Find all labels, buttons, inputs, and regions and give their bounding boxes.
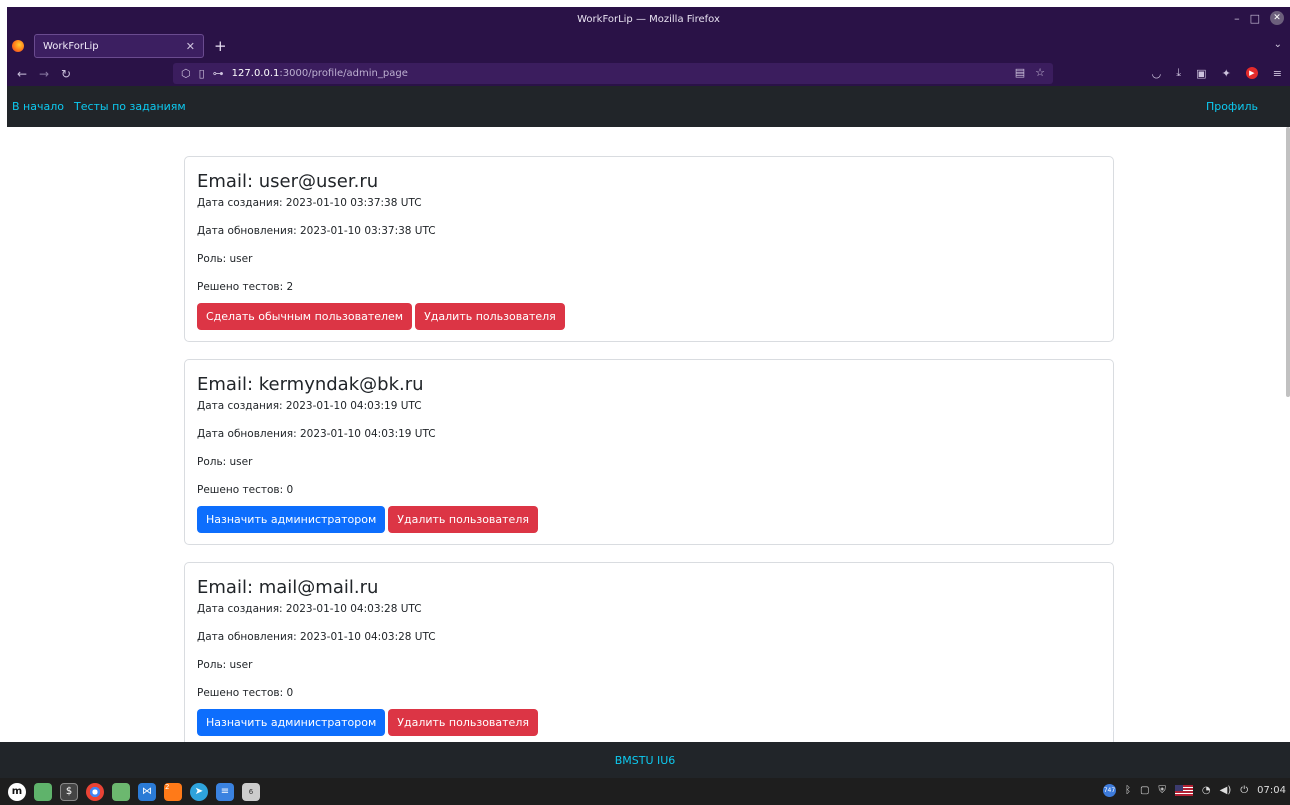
user-updated: Дата обновления: 2023-01-10 03:37:38 UTC <box>197 225 436 237</box>
workspace-badge: 2 <box>165 782 170 791</box>
page-scrollbar[interactable] <box>1286 127 1290 397</box>
chrome-icon[interactable] <box>86 782 104 801</box>
clock[interactable]: 07:04 <box>1257 785 1286 796</box>
minimize-icon[interactable]: – <box>1234 12 1240 25</box>
new-tab-icon[interactable]: + <box>214 37 227 55</box>
window-controls: – □ ✕ <box>1234 11 1284 25</box>
user-solved: Решено тестов: 2 <box>197 281 294 293</box>
keyboard-layout-us-flag-icon[interactable] <box>1174 785 1193 796</box>
close-icon[interactable]: ✕ <box>1270 11 1284 25</box>
toolbar-icons: ◡ ⤓ ▣ ✦ ▶ ≡ <box>1152 66 1282 80</box>
page-content: В начало Тесты по заданиям Профиль Email… <box>7 86 1290 742</box>
tab-title: WorkForLip <box>43 40 99 52</box>
clipboard-icon[interactable]: ▢ <box>1140 785 1149 796</box>
nav-profile-link[interactable]: Профиль <box>1206 100 1258 113</box>
site-navbar: В начало Тесты по заданиям Профиль <box>7 86 1290 127</box>
system-tray: 747 ᛒ ▢ ⛨ ◔ ◀) ⏻ 07:04 <box>1102 784 1286 797</box>
window-titlebar: WorkForLip — Mozilla Firefox – □ ✕ <box>7 7 1290 31</box>
key-icon[interactable]: ⊶ <box>213 67 224 80</box>
delete-user-button[interactable]: Удалить пользователя <box>415 303 565 330</box>
notes-icon[interactable]: ≡ <box>216 782 234 801</box>
power-icon[interactable]: ⏻ <box>1240 785 1248 796</box>
volume-icon[interactable]: ◀) <box>1220 785 1232 796</box>
screen-top-strip <box>0 0 1290 7</box>
screenshot-badge: 6 <box>248 787 254 796</box>
tab-workforlip[interactable]: WorkForLip ✕ <box>34 34 204 58</box>
user-email: Email: mail@mail.ru <box>197 577 379 598</box>
url-host: 127.0.0.1 <box>231 68 280 79</box>
make-admin-button[interactable]: Назначить администратором <box>197 506 386 533</box>
user-created: Дата создания: 2023-01-10 04:03:28 UTC <box>197 603 422 615</box>
nav-home-link[interactable]: В начало <box>12 100 64 113</box>
update-notification-icon[interactable]: 747 <box>1102 784 1116 797</box>
site-footer: BMSTU IU6 <box>0 742 1290 778</box>
user-created: Дата создания: 2023-01-10 03:37:38 UTC <box>197 197 422 209</box>
bookmark-star-icon[interactable]: ☆ <box>1035 66 1045 79</box>
delete-user-button[interactable]: Удалить пользователя <box>388 709 538 736</box>
screenshot-icon[interactable]: 6 <box>242 782 260 801</box>
downloads-icon[interactable]: ⤓ <box>1176 66 1181 80</box>
user-card: Email: kermyndak@bk.ru Дата создания: 20… <box>184 359 1114 545</box>
delete-user-button[interactable]: Удалить пользователя <box>388 506 538 533</box>
url-bar[interactable]: ⬡ ▯ ⊶ 127.0.0.1:3000/profile/admin_page … <box>173 63 1053 84</box>
navigation-toolbar: ← → ↻ ⬡ ▯ ⊶ 127.0.0.1:3000/profile/admin… <box>7 61 1290 86</box>
make-admin-button[interactable]: Назначить администратором <box>197 709 386 736</box>
extension-icon[interactable]: ✦ <box>1222 67 1231 80</box>
menu-hamburger-icon[interactable]: ≡ <box>1273 67 1282 80</box>
show-desktop-icon[interactable] <box>34 782 52 801</box>
user-role: Роль: user <box>197 659 253 671</box>
reader-view-icon[interactable]: ▤ <box>1015 66 1025 79</box>
reload-icon[interactable]: ↻ <box>55 67 77 81</box>
user-updated: Дата обновления: 2023-01-10 04:03:28 UTC <box>197 631 436 643</box>
user-role: Роль: user <box>197 253 253 265</box>
tab-strip: WorkForLip ✕ + ⌄ <box>7 31 1290 61</box>
bluetooth-icon[interactable]: ᛒ <box>1125 785 1131 796</box>
user-solved: Решено тестов: 0 <box>197 687 294 699</box>
user-email: Email: user@user.ru <box>197 171 379 192</box>
tray-badge: 747 <box>1103 787 1116 794</box>
firefox-window: WorkForLip — Mozilla Firefox – □ ✕ WorkF… <box>7 7 1290 742</box>
footer-text: BMSTU IU6 <box>614 753 676 767</box>
maximize-icon[interactable]: □ <box>1250 12 1260 25</box>
user-email: Email: kermyndak@bk.ru <box>197 374 424 395</box>
user-card-list: Email: user@user.ru Дата создания: 2023-… <box>184 156 1114 742</box>
url-path: :3000/profile/admin_page <box>279 68 408 79</box>
youtube-extension-icon[interactable]: ▶ <box>1245 67 1258 79</box>
sidebar-icon[interactable]: ▣ <box>1196 67 1206 80</box>
user-card: Email: mail@mail.ru Дата создания: 2023-… <box>184 562 1114 742</box>
taskbar: m $ ⋈ 2 ➤ ≡ 6 747 ᛒ ▢ ⛨ ◔ ◀) ⏻ 07:04 <box>0 778 1290 805</box>
telegram-icon[interactable]: ➤ <box>190 782 208 801</box>
forward-icon[interactable]: → <box>33 67 55 81</box>
wifi-icon[interactable]: ◔ <box>1202 785 1211 796</box>
mint-menu-icon[interactable]: m <box>8 782 26 801</box>
back-icon[interactable]: ← <box>11 67 33 81</box>
vscode-icon[interactable]: ⋈ <box>138 782 156 801</box>
user-card: Email: user@user.ru Дата создания: 2023-… <box>184 156 1114 342</box>
tab-close-icon[interactable]: ✕ <box>186 40 195 53</box>
window-title: WorkForLip — Mozilla Firefox <box>577 13 720 25</box>
user-updated: Дата обновления: 2023-01-10 04:03:19 UTC <box>197 428 436 440</box>
page-info-icon[interactable]: ▯ <box>199 67 205 80</box>
nav-tests-link[interactable]: Тесты по заданиям <box>74 100 186 113</box>
list-tabs-chevron-icon[interactable]: ⌄ <box>1274 39 1282 50</box>
user-role: Роль: user <box>197 456 253 468</box>
vpn-shield-icon[interactable]: ⛨ <box>1158 785 1166 796</box>
files-icon[interactable] <box>112 782 130 801</box>
tracking-protection-shield-icon[interactable]: ⬡ <box>181 67 191 80</box>
user-solved: Решено тестов: 0 <box>197 484 294 496</box>
user-created: Дата создания: 2023-01-10 04:03:19 UTC <box>197 400 422 412</box>
pocket-icon[interactable]: ◡ <box>1152 67 1162 80</box>
make-regular-user-button[interactable]: Сделать обычным пользователем <box>197 303 413 330</box>
firefox-menu-icon[interactable] <box>12 40 24 52</box>
terminal-icon[interactable]: $ <box>60 782 78 801</box>
firefox-taskbar-icon[interactable]: 2 <box>164 782 182 801</box>
